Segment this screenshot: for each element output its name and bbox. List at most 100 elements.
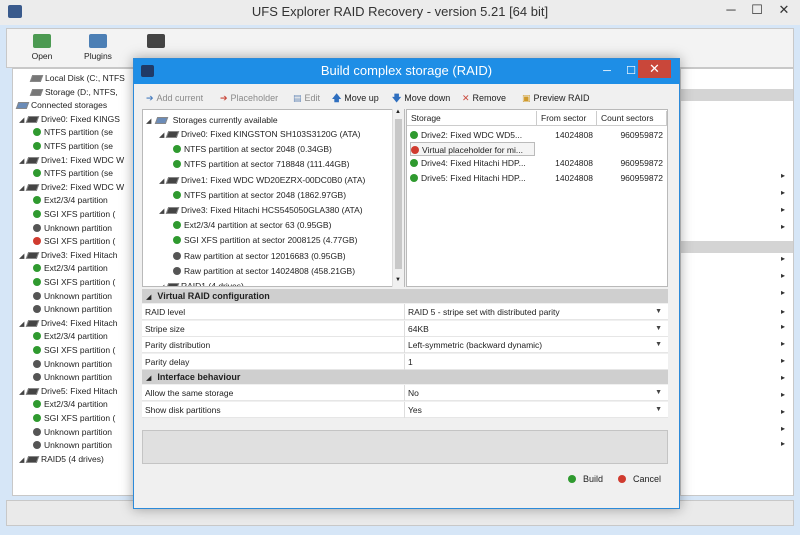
add-current-button[interactable]: ➔ Add current [146,88,203,108]
move-down-button[interactable]: 🡇 Move down [392,88,450,108]
col-from-sector[interactable]: From sector [537,111,597,126]
property-row[interactable]: Parity distribution Left-symmetric (backw… [142,337,668,353]
preview-raid-button[interactable]: ▣ Preview RAID [522,88,590,108]
tree-item[interactable]: Unknown partition [33,371,112,384]
property-value[interactable]: 64KB [408,321,429,337]
scrollbar-thumb[interactable] [395,119,402,269]
minimize-button[interactable]: ─ [718,0,744,20]
tree-root[interactable]: ◢ Storages currently available [146,113,278,127]
property-row[interactable]: Show disk partitions Yes ▼ [142,401,668,418]
tree-item[interactable]: SGI XFS partition ( [33,412,115,425]
expand-arrow-icon[interactable]: ▸ [681,222,793,234]
expand-arrow-icon[interactable]: ▸ [681,307,793,319]
tree-item[interactable]: Unknown partition [33,222,112,235]
tree-item[interactable]: SGI XFS partition ( [33,208,115,221]
tree-item[interactable]: Unknown partition [33,290,112,303]
tree-item[interactable]: ◢ Drive1: Fixed WDC W [19,154,124,167]
tree-item[interactable]: NTFS partition at sector 718848 (111.44G… [173,157,350,171]
expand-arrow-icon[interactable]: ▸ [681,322,793,334]
expand-arrow-icon[interactable]: ▸ [681,407,793,419]
tree-item[interactable]: Local Disk (C:, NTFS [29,72,125,85]
section-interface[interactable]: ◢ Interface behaviour [142,370,668,384]
expand-arrow-icon[interactable]: ▸ [681,205,793,217]
tree-item[interactable]: ◢ Drive5: Fixed Hitach [19,385,118,398]
col-count-sectors[interactable]: Count sectors [597,111,667,126]
available-storages-tree[interactable]: ◢ Storages currently available ◢ Drive0: … [142,109,405,287]
storage-tree-pane[interactable]: Local Disk (C:, NTFS Storage (D:, NTFS, Co… [12,68,144,496]
dialog-close-button[interactable]: ✕ [638,60,671,78]
tree-item[interactable]: Ext2/3/4 partition [33,262,108,275]
tree-item[interactable]: ◢ Drive3: Fixed Hitachi HCS545050GLA380 (… [159,203,363,217]
tree-item[interactable]: Unknown partition [33,426,112,439]
tree-item[interactable]: Raw partition at sector 14024808 (458.21… [173,264,355,278]
dropdown-arrow-icon[interactable]: ▼ [655,337,662,353]
tree-item[interactable]: ◢ RAID1 (4 drives) [159,279,244,286]
tree-item[interactable]: ◢ Drive2: Fixed WDC W [19,181,124,194]
tree-item[interactable]: NTFS partition (se [33,126,113,139]
property-row[interactable]: Stripe size 64KB ▼ [142,320,668,337]
tree-item[interactable]: Connected storages [15,99,107,112]
expand-arrow-icon[interactable]: ▸ [681,339,793,351]
edit-button[interactable]: ▤ Edit [293,88,320,108]
tree-scrollbar[interactable]: ▲ ▼ [392,109,404,287]
expand-arrow-icon[interactable]: ▸ [681,288,793,300]
dialog-minimize-button[interactable]: ─ [594,59,620,83]
tree-item[interactable]: SGI XFS partition ( [33,276,115,289]
expand-arrow-icon[interactable]: ▸ [681,390,793,402]
expand-arrow-icon[interactable]: ▸ [681,188,793,200]
tree-item[interactable]: Raw partition at sector 12016683 (0.95GB… [173,249,346,263]
tree-item[interactable]: ◢ Drive1: Fixed WDC WD20EZRX-00DC0B0 (ATA… [159,173,365,187]
table-row[interactable]: Drive4: Fixed Hitachi HDP... 14024808 9609… [407,156,667,170]
tree-item[interactable]: Unknown partition [33,358,112,371]
open-button[interactable]: Open [17,32,67,61]
build-button[interactable]: Build [568,472,603,486]
tree-item[interactable]: Ext2/3/4 partition [33,194,108,207]
tree-item[interactable]: Unknown partition [33,439,112,452]
tree-item[interactable]: Ext2/3/4 partition [33,398,108,411]
close-button[interactable]: ✕ [770,0,798,20]
tree-item[interactable]: SGI XFS partition ( [33,235,115,248]
expand-arrow-icon[interactable]: ▸ [681,356,793,368]
scroll-down-arrow-icon[interactable]: ▼ [395,277,401,283]
tree-item[interactable]: ◢ Drive0: Fixed KINGSTON SH103S3120G (ATA… [159,127,361,141]
tree-item[interactable]: NTFS partition at sector 2048 (1862.97GB… [173,188,346,202]
placeholder-button[interactable]: ➔ Placeholder [220,88,278,108]
property-value[interactable]: Yes [408,402,422,418]
dropdown-arrow-icon[interactable]: ▼ [655,321,662,337]
section-raid-config[interactable]: ◢ Virtual RAID configuration [142,289,668,303]
expand-arrow-icon[interactable]: ▸ [681,271,793,283]
tree-item[interactable]: Ext2/3/4 partition at sector 63 (0.95GB) [173,218,331,232]
property-value[interactable]: 1 [408,354,413,370]
expand-arrow-icon[interactable]: ▸ [681,424,793,436]
tree-item[interactable]: ◢ RAID5 (4 drives) [19,453,104,466]
tree-item[interactable]: SGI XFS partition at sector 2008125 (4.7… [173,233,357,247]
build-raid-toolbar-button[interactable] [131,32,181,51]
tree-item[interactable]: NTFS partition at sector 2048 (0.34GB) [173,142,332,156]
tree-item[interactable]: NTFS partition (se [33,167,113,180]
cancel-button[interactable]: Cancel [618,472,661,486]
table-row[interactable]: Drive2: Fixed WDC WD5... 14024808 96095987… [407,128,667,142]
maximize-button[interactable]: ☐ [744,0,770,20]
remove-button[interactable]: ✕ Remove [462,88,506,108]
tree-item[interactable]: ◢ Drive4: Fixed Hitach [19,317,118,330]
expand-arrow-icon[interactable]: ▸ [681,254,793,266]
tree-item[interactable]: Ext2/3/4 partition [33,330,108,343]
property-row[interactable]: RAID level RAID 5 - stripe set with distr… [142,304,668,320]
property-value[interactable]: RAID 5 - stripe set with distributed par… [408,304,560,320]
scroll-up-arrow-icon[interactable]: ▲ [395,109,401,115]
col-storage[interactable]: Storage [407,111,537,126]
move-up-button[interactable]: 🡅 Move up [332,88,379,108]
expand-arrow-icon[interactable]: ◢ [159,281,167,286]
table-row[interactable]: Drive5: Fixed Hitachi HDP... 14024808 9609… [407,171,667,185]
tree-item[interactable]: ◢ Drive0: Fixed KINGS [19,113,120,126]
plugins-button[interactable]: Plugins [73,32,123,61]
expand-arrow-icon[interactable]: ▸ [681,439,793,451]
dropdown-arrow-icon[interactable]: ▼ [655,304,662,320]
tree-item[interactable]: ◢ Drive3: Fixed Hitach [19,249,118,262]
property-value[interactable]: Left-symmetric (backward dynamic) [408,337,542,353]
tree-item[interactable]: SGI XFS partition ( [33,344,115,357]
property-value[interactable]: No [408,385,419,401]
property-row[interactable]: Parity delay 1 [142,353,668,370]
table-row[interactable]: Virtual placeholder for mi... [407,142,667,157]
raid-members-list[interactable]: Storage From sector Count sectors Drive2… [406,109,668,287]
